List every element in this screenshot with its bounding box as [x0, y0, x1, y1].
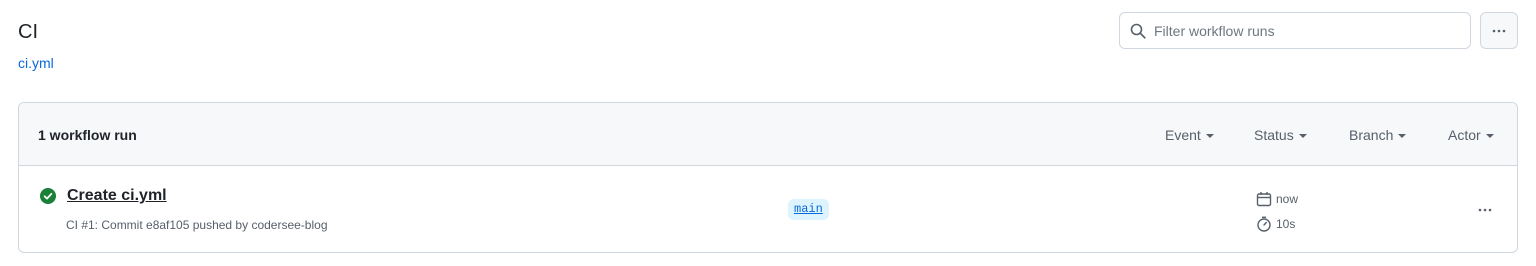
- run-meta: CI #1: Commit e8af105 pushed by codersee…: [66, 218, 328, 232]
- workflow-title: CI: [18, 21, 38, 43]
- caret-down-icon: [1485, 134, 1494, 138]
- branch-filter-label: Branch: [1349, 127, 1394, 143]
- runs-count: 1 workflow run: [38, 127, 137, 143]
- actor-filter[interactable]: Actor: [1448, 126, 1494, 144]
- event-filter-label: Event: [1165, 127, 1201, 143]
- caret-down-icon: [1205, 134, 1214, 138]
- workflow-menu-button[interactable]: [1480, 12, 1518, 49]
- caret-down-icon: [1298, 134, 1307, 138]
- run-timestamp-text: now: [1276, 192, 1299, 206]
- status-filter-label: Status: [1254, 127, 1294, 143]
- kebab-horizontal-icon: [1478, 208, 1492, 212]
- actor-filter-label: Actor: [1448, 127, 1481, 143]
- search-icon: [1130, 23, 1146, 39]
- branch-badge[interactable]: main: [788, 199, 829, 220]
- branch-filter[interactable]: Branch: [1349, 126, 1407, 144]
- event-filter[interactable]: Event: [1165, 126, 1214, 144]
- status-filter[interactable]: Status: [1254, 126, 1307, 144]
- run-timestamp: now: [1256, 191, 1298, 207]
- workflow-run-row[interactable]: Create ci.yml: [19, 166, 1517, 252]
- run-duration-text: 10s: [1276, 217, 1296, 231]
- run-menu-button[interactable]: [1470, 198, 1500, 222]
- filter-input[interactable]: [1154, 13, 1470, 48]
- run-title-link[interactable]: Create ci.yml: [67, 185, 167, 207]
- run-duration: 10s: [1256, 216, 1295, 232]
- kebab-horizontal-icon: [1492, 29, 1506, 32]
- check-circle-fill-icon: [40, 188, 56, 204]
- stopwatch-icon: [1257, 216, 1271, 232]
- filter-workflow-runs[interactable]: [1119, 12, 1471, 49]
- workflow-file-link[interactable]: ci.yml: [18, 54, 54, 72]
- caret-down-icon: [1398, 134, 1407, 138]
- calendar-icon: [1256, 192, 1272, 207]
- runs-header: 1 workflow run Event Status Branch Actor: [19, 103, 1517, 166]
